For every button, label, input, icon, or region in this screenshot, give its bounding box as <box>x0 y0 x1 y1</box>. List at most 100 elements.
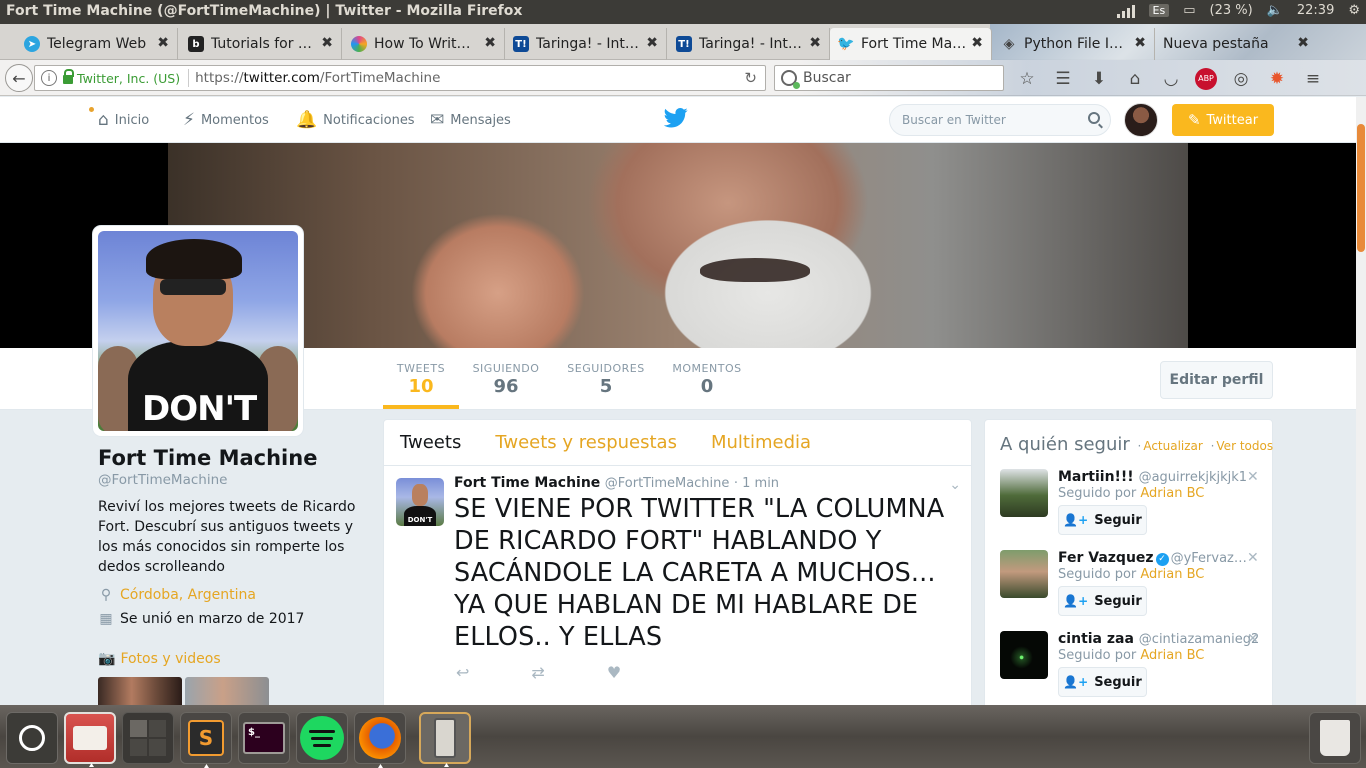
followed-by-user[interactable]: Adrian BC <box>1140 648 1204 663</box>
location-link[interactable]: Córdoba, Argentina <box>120 587 256 603</box>
profile-avatar[interactable]: DON'T <box>93 226 303 436</box>
back-button[interactable]: ← <box>5 64 33 92</box>
keyboard-layout-indicator[interactable]: Es <box>1148 4 1170 17</box>
dismiss-close-icon[interactable]: ✕ <box>1247 631 1259 647</box>
nav-home[interactable]: ⌂ Inicio <box>98 97 149 143</box>
certificate-org[interactable]: Twitter, Inc. (US) <box>77 71 180 86</box>
search-icon[interactable] <box>1088 112 1100 124</box>
volume-icon[interactable]: 🔈 <box>1267 3 1283 18</box>
stat-following[interactable]: SIGUIENDO 96 <box>470 362 542 397</box>
follow-button[interactable]: 👤+ Seguir <box>1058 586 1147 616</box>
refresh-link[interactable]: Actualizar <box>1143 439 1203 453</box>
workspaces-icon[interactable] <box>122 712 174 764</box>
terminal-icon[interactable]: $_ <box>238 712 290 764</box>
stat-followers[interactable]: SEGUIDORES 5 <box>563 362 649 397</box>
browser-tab-new[interactable]: Nueva pestaña ✖ <box>1155 28 1317 60</box>
view-all-link[interactable]: Ver todos <box>1216 439 1273 453</box>
nav-notifications[interactable]: 🔔 Notificaciones <box>296 97 415 143</box>
browser-tab-taringa-1[interactable]: T! Taringa! - Int… ✖ <box>505 28 667 60</box>
spotify-icon[interactable] <box>296 712 348 764</box>
menu-icon[interactable]: ≡ <box>1301 69 1325 89</box>
tab-media[interactable]: Multimedia <box>711 432 811 453</box>
follow-button[interactable]: 👤+ Seguir <box>1058 505 1147 535</box>
sublime-text-icon[interactable]: S <box>180 712 232 768</box>
tab-tweets-and-replies[interactable]: Tweets y respuestas <box>495 432 677 453</box>
chevron-down-icon[interactable]: ⌄ <box>949 477 961 493</box>
tweet-timestamp[interactable]: · 1 min <box>734 476 779 491</box>
stat-tweets[interactable]: TWEETS 10 <box>383 362 459 397</box>
twitter-logo-icon[interactable] <box>664 108 688 128</box>
followed-by-user[interactable]: Adrian BC <box>1140 486 1204 501</box>
tab-close-icon[interactable]: ✖ <box>321 35 333 51</box>
profile-handle[interactable]: @FortTimeMachine <box>98 472 227 488</box>
dismiss-close-icon[interactable]: ✕ <box>1247 469 1259 485</box>
suggestion-avatar[interactable] <box>1000 631 1048 679</box>
home-icon[interactable]: ⌂ <box>1123 69 1147 89</box>
reload-icon[interactable]: ↻ <box>744 69 757 87</box>
browser-tab-python[interactable]: ◈ Python File I… ✖ <box>993 28 1155 60</box>
follow-button[interactable]: 👤+ Seguir <box>1058 667 1147 697</box>
media-thumbnail[interactable] <box>185 677 269 707</box>
media-thumbnail[interactable] <box>98 677 182 707</box>
browser-tab-how-to-write[interactable]: How To Writ… ✖ <box>343 28 505 60</box>
tweet-author-name[interactable]: Fort Time Machine <box>454 475 600 491</box>
clock[interactable]: 22:39 <box>1297 3 1334 18</box>
network-signal-icon[interactable] <box>1116 4 1135 18</box>
browser-tab-twitter-active[interactable]: 🐦 Fort Time Ma… ✖ <box>830 28 992 60</box>
pocket-icon[interactable]: ◡ <box>1159 69 1183 89</box>
retweet-icon[interactable]: ⇄ <box>531 663 544 682</box>
download-icon[interactable]: ⬇ <box>1087 69 1111 89</box>
reply-icon[interactable]: ↩ <box>456 663 469 682</box>
suggestion-name-line[interactable]: cintia zaa @cintiazamanieg2 <box>1058 631 1259 647</box>
suggestion-avatar[interactable] <box>1000 469 1048 517</box>
browser-search-input[interactable]: Buscar <box>774 65 1004 91</box>
tab-close-icon[interactable]: ✖ <box>157 35 169 51</box>
scrollbar-thumb[interactable] <box>1357 124 1365 252</box>
browser-tab-telegram[interactable]: ➤ Telegram Web ✖ <box>16 28 178 60</box>
photos-videos-link[interactable]: 📷 Fotos y videos <box>98 651 221 667</box>
ubuntu-logo-icon[interactable] <box>6 712 58 764</box>
phone-icon[interactable] <box>419 712 471 767</box>
profile-name[interactable]: Fort Time Machine <box>98 446 317 470</box>
user-avatar-menu[interactable] <box>1124 103 1158 137</box>
battery-percent[interactable]: (23 %) <box>1210 3 1253 18</box>
trash-icon[interactable] <box>1309 712 1361 764</box>
site-info-icon[interactable]: i <box>41 70 57 86</box>
tweet-author-handle[interactable]: @FortTimeMachine <box>605 476 730 491</box>
shield-icon[interactable]: ◎ <box>1229 69 1253 89</box>
suggestion-name-line[interactable]: Martiin!!! @aguirrekjkjkjk1 <box>1058 469 1247 485</box>
tab-tweets[interactable]: Tweets <box>400 432 461 453</box>
tab-close-icon[interactable]: ✖ <box>484 35 496 51</box>
page-scrollbar[interactable] <box>1356 97 1366 705</box>
files-icon[interactable] <box>64 712 116 767</box>
url-bar[interactable]: i Twitter, Inc. (US) https://twitter.com… <box>34 65 766 91</box>
browser-tab-tutorials[interactable]: b Tutorials for … ✖ <box>180 28 342 60</box>
twitter-search-input[interactable]: Buscar en Twitter <box>889 104 1111 136</box>
edit-profile-button[interactable]: Editar perfil <box>1160 361 1273 399</box>
followed-by-user[interactable]: Adrian BC <box>1140 567 1204 582</box>
stat-moments[interactable]: MOMENTOS 0 <box>670 362 744 397</box>
tab-close-icon[interactable]: ✖ <box>1134 35 1146 51</box>
star-icon[interactable]: ☆ <box>1015 69 1039 89</box>
tweet-item[interactable]: DON'T Fort Time Machine @FortTimeMachine… <box>384 467 971 695</box>
nav-messages[interactable]: ✉ Mensajes <box>430 97 511 143</box>
suggestion-name-line[interactable]: Fer Vazquez ✓ @yFervaz… <box>1058 550 1247 566</box>
tweet-button[interactable]: ✎ Twittear <box>1172 104 1274 136</box>
firefox-icon[interactable] <box>354 712 406 768</box>
adblock-icon[interactable]: ABP <box>1195 68 1217 90</box>
extension-icon[interactable]: ✹ <box>1265 69 1289 89</box>
battery-icon[interactable]: ▭ <box>1183 3 1195 18</box>
dismiss-close-icon[interactable]: ✕ <box>1247 550 1259 566</box>
suggestion-avatar[interactable] <box>1000 550 1048 598</box>
settings-gear-icon[interactable]: ⚙ <box>1348 3 1360 18</box>
search-engine-icon[interactable] <box>781 70 800 89</box>
reading-list-icon[interactable]: ☰ <box>1051 69 1075 89</box>
browser-tab-taringa-2[interactable]: T! Taringa! - Int… ✖ <box>668 28 830 60</box>
tab-close-icon[interactable]: ✖ <box>646 35 658 51</box>
tweet-author-avatar[interactable]: DON'T <box>396 478 444 526</box>
nav-moments[interactable]: ⚡ Momentos <box>183 97 269 143</box>
tab-close-icon[interactable]: ✖ <box>1297 35 1309 51</box>
tab-close-icon[interactable]: ✖ <box>971 35 983 51</box>
like-heart-icon[interactable]: ♥ <box>607 663 621 682</box>
tab-close-icon[interactable]: ✖ <box>809 35 821 51</box>
